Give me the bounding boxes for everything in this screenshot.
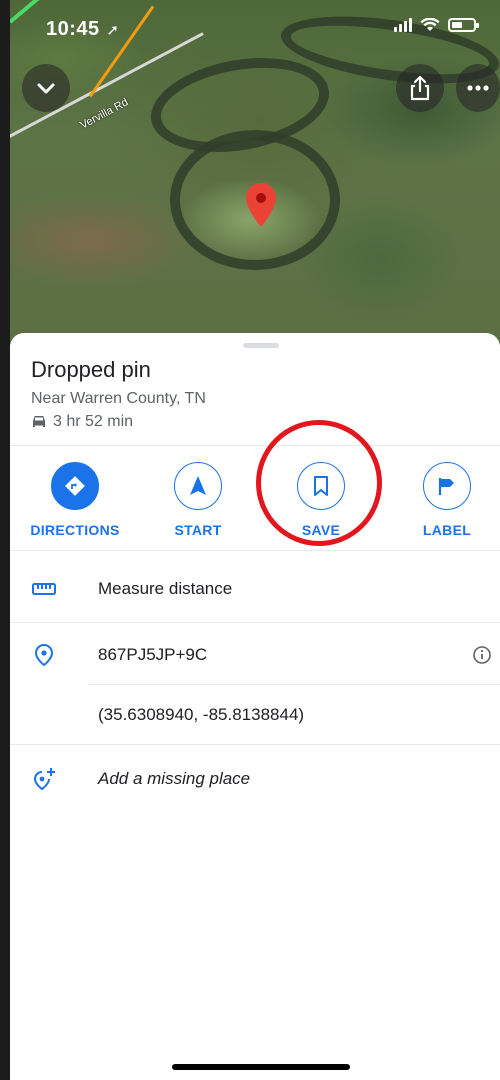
road-label: Vervilla Rd: [78, 96, 131, 132]
drive-time-text: 3 hr 52 min: [53, 413, 134, 430]
directions-label: DIRECTIONS: [30, 522, 120, 538]
start-button[interactable]: START: [143, 462, 253, 538]
location-pin-icon: [35, 644, 53, 666]
cellular-signal-icon: [394, 18, 412, 32]
ruler-icon: [32, 583, 56, 595]
action-bar: DIRECTIONS START SAVE LABEL: [10, 420, 500, 551]
collapse-button[interactable]: [22, 64, 70, 112]
label-button[interactable]: LABEL: [392, 462, 500, 538]
start-label: START: [174, 522, 222, 538]
map-view[interactable]: Vervilla Rd 10:45 ➚: [0, 0, 500, 345]
drive-time: 3 hr 52 min: [31, 413, 133, 431]
add-missing-place-label: Add a missing place: [98, 769, 251, 788]
wifi-icon: [420, 18, 440, 31]
coordinates-text: (35.6308940, -85.8138844): [98, 705, 305, 724]
divider: [10, 550, 500, 551]
car-icon: [33, 415, 45, 427]
measure-distance-label: Measure distance: [98, 579, 233, 598]
info-icon[interactable]: [472, 645, 492, 665]
plus-code-text: 867PJ5JP+9C: [98, 645, 208, 664]
divider: [10, 744, 500, 745]
more-options-button[interactable]: [456, 64, 500, 112]
place-sheet: Dropped pin Near Warren County, TN 3 hr …: [10, 333, 500, 1080]
add-location-icon: [33, 768, 55, 791]
share-icon: [410, 75, 430, 101]
place-title: Dropped pin: [31, 357, 151, 382]
measure-distance-row[interactable]: Measure distance: [10, 559, 500, 619]
share-button[interactable]: [396, 64, 444, 112]
status-bar: 10:45 ➚: [0, 0, 500, 60]
map-pin-icon[interactable]: [246, 183, 276, 227]
directions-button[interactable]: DIRECTIONS: [20, 462, 130, 538]
directions-icon: [65, 476, 85, 496]
divider: [10, 622, 500, 623]
more-horizontal-icon: [467, 85, 489, 91]
plus-code-row[interactable]: 867PJ5JP+9C: [10, 625, 500, 685]
navigation-arrow-icon: [190, 476, 206, 495]
place-subtitle: Near Warren County, TN: [31, 390, 206, 407]
label-label: LABEL: [422, 522, 472, 538]
chevron-down-icon: [37, 83, 55, 94]
save-highlight-circle: [256, 420, 382, 546]
home-indicator[interactable]: [172, 1064, 350, 1070]
flag-icon: [438, 478, 454, 495]
status-time: 10:45 ➚: [46, 18, 120, 40]
add-missing-place-row[interactable]: Add a missing place: [10, 749, 500, 809]
sheet-drag-handle[interactable]: [243, 343, 279, 348]
coordinates-row[interactable]: (35.6308940, -85.8138844): [10, 685, 500, 745]
device-frame-edge: [0, 0, 10, 1080]
battery-icon: [448, 18, 479, 32]
location-arrow-icon: ➚: [101, 22, 120, 39]
